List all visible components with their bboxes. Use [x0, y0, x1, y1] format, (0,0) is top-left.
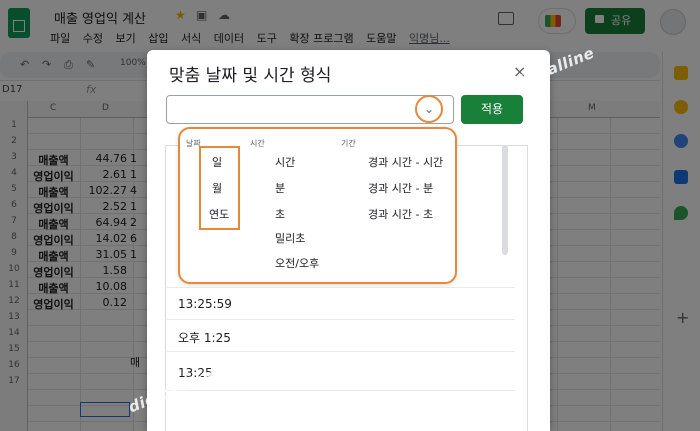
menu-item-minute[interactable]: 분	[275, 180, 285, 196]
format-option[interactable]: 오후 1:25	[178, 329, 231, 346]
menu-item-elapsed-minutes[interactable]: 경과 시간 - 분	[368, 180, 433, 196]
menu-item-year[interactable]: 연도	[209, 206, 229, 222]
time-section-header: 시간	[250, 139, 265, 148]
menu-item-elapsed-hours[interactable]: 경과 시간 - 시간	[368, 154, 443, 170]
chevron-down-icon[interactable]: ⌄	[415, 95, 443, 123]
menu-item-hour[interactable]: 시간	[275, 154, 295, 170]
list-scrollbar[interactable]	[502, 145, 508, 255]
menu-item-millisecond[interactable]: 밀리초	[275, 230, 305, 246]
duration-section-header: 기간	[341, 139, 356, 148]
apply-button[interactable]: 적용	[461, 95, 523, 124]
menu-item-day[interactable]: 일	[212, 154, 222, 170]
menu-item-elapsed-seconds[interactable]: 경과 시간 - 초	[368, 206, 433, 222]
format-option[interactable]: 13:25:59	[178, 297, 232, 311]
menu-item-month[interactable]: 월	[212, 180, 222, 196]
menu-item-ampm[interactable]: 오전/오후	[275, 255, 319, 271]
dialog-title: 맞춤 날짜 및 시간 형식	[169, 66, 332, 86]
format-input[interactable]	[166, 95, 454, 124]
format-menu: 날짜 시간 기간 일 월 연도 시간 분 초 밀리초 오전/오후 경과 시간 -…	[178, 127, 457, 284]
menu-item-second[interactable]: 초	[275, 206, 285, 222]
